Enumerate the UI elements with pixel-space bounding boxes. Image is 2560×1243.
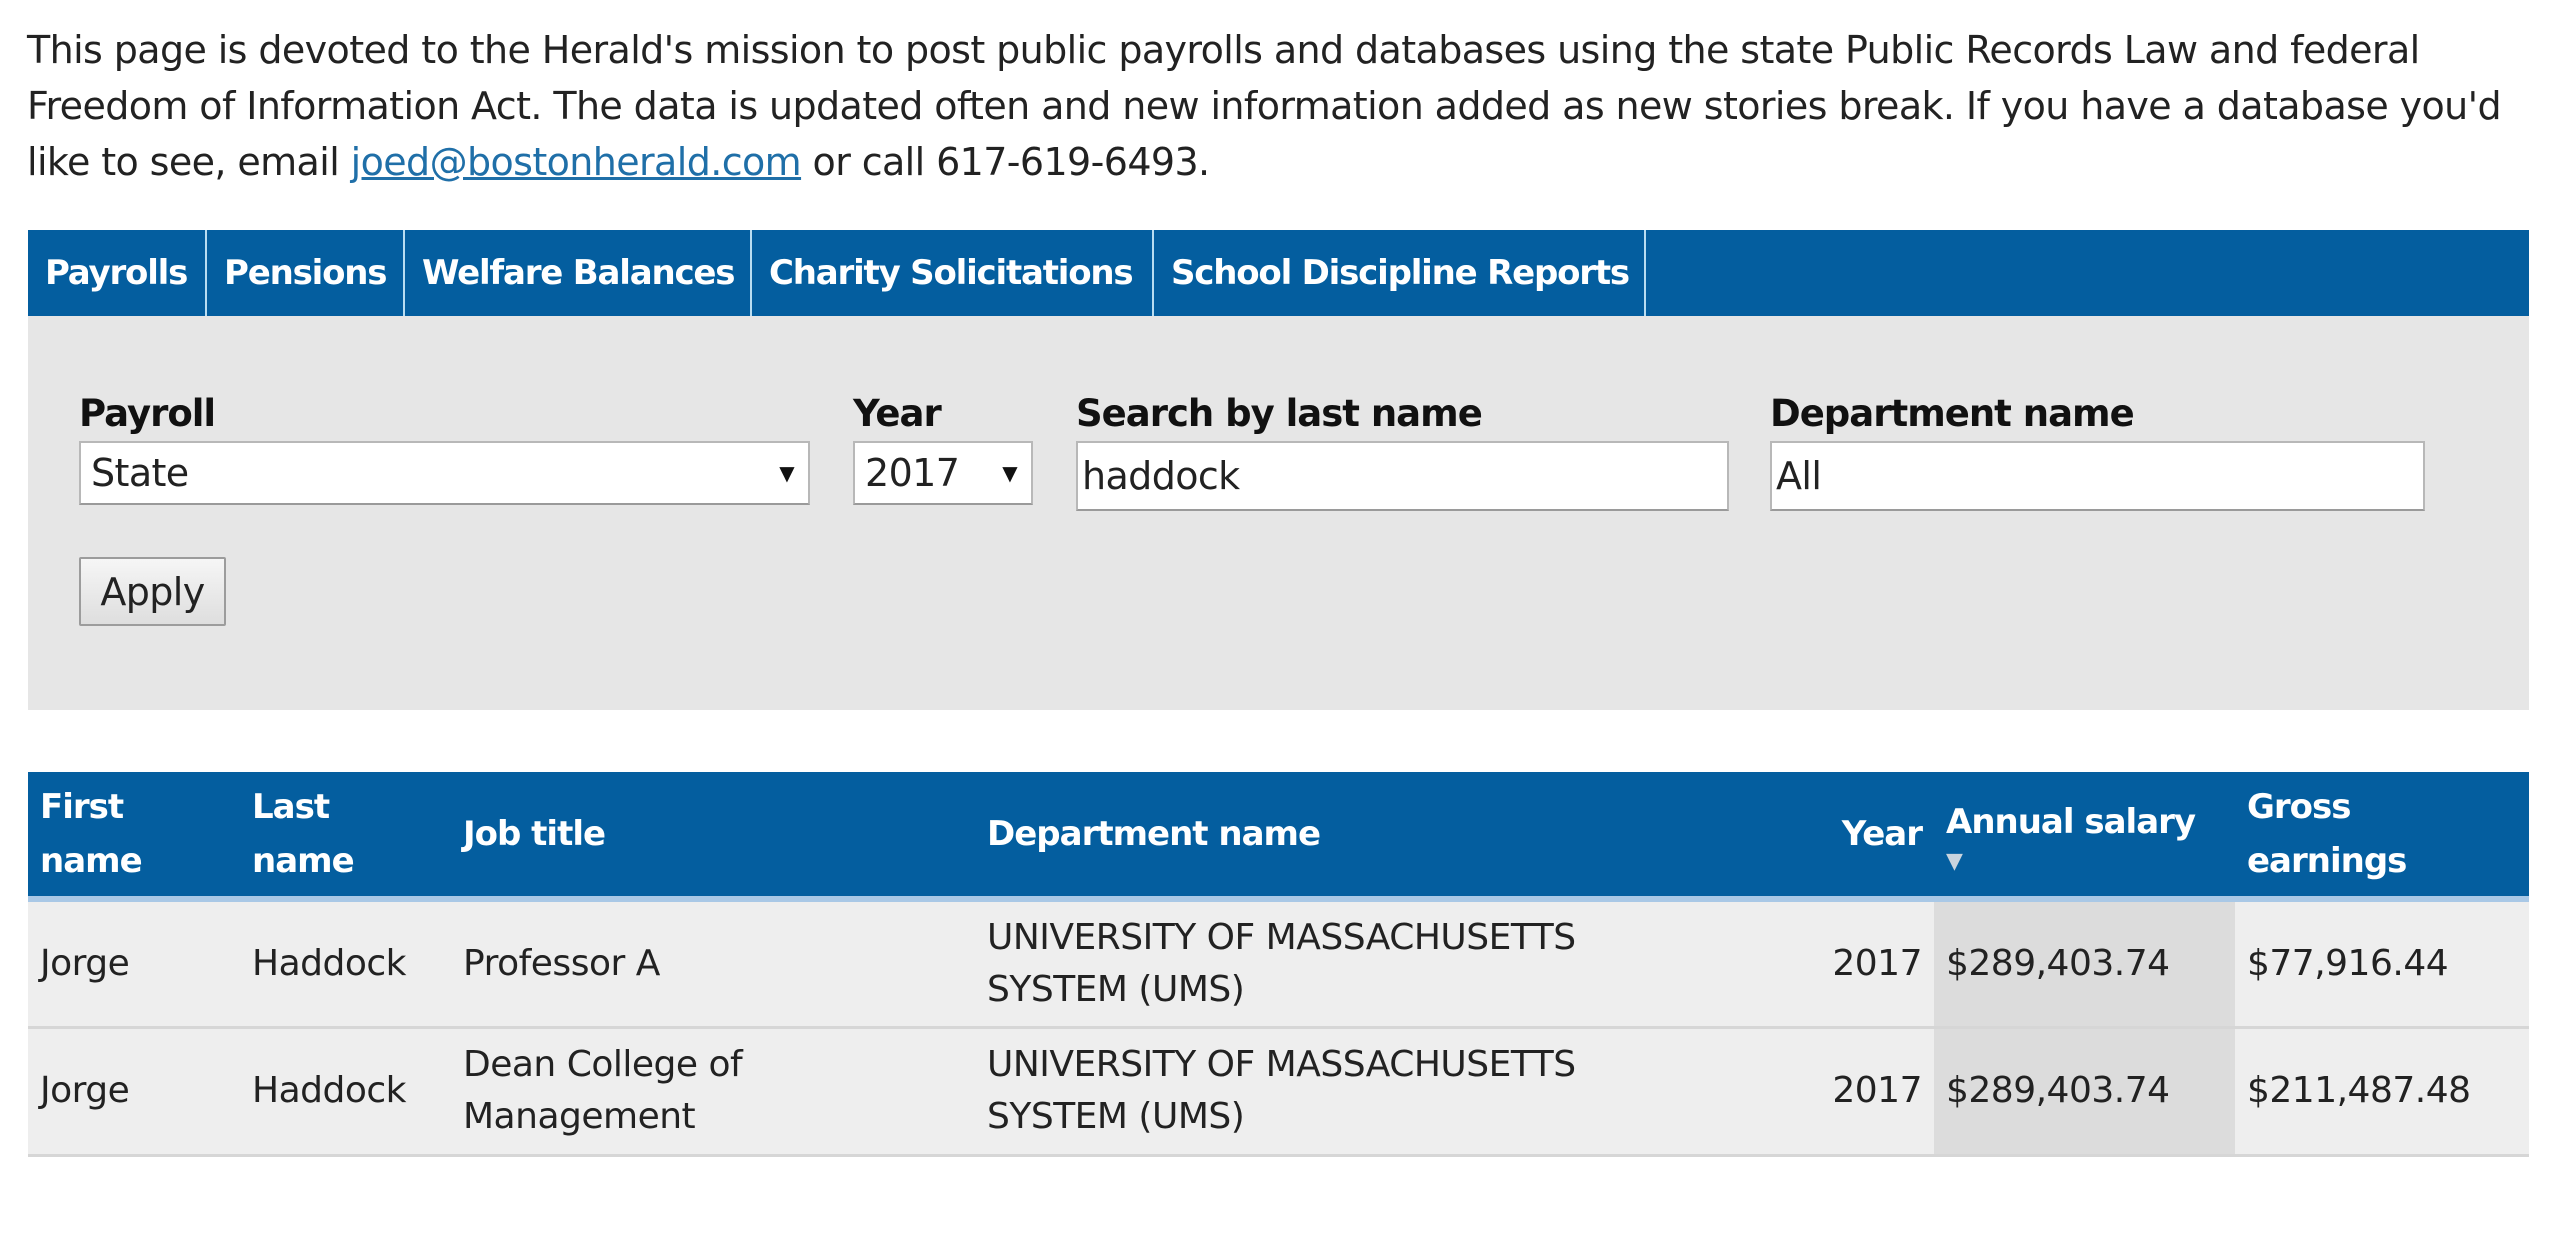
apply-button[interactable]: Apply [79,557,226,626]
cell-first-name: Jorge [28,1027,240,1157]
column-header-first-name[interactable]: First name [28,772,240,902]
email-link[interactable]: joed@bostonherald.com [351,140,802,184]
cell-job-title: Dean College of Management [451,1027,975,1157]
payroll-select-value: State [91,451,189,495]
cell-department: UNIVERSITY OF MASSACHUSETTS SYSTEM (UMS) [975,899,1815,1029]
table-row: Jorge Haddock Professor A UNIVERSITY OF … [28,899,2529,1029]
department-input[interactable]: All [1770,441,2425,511]
department-input-value: All [1776,454,1822,498]
column-header-job-title[interactable]: Job title [451,772,975,902]
sort-descending-icon: ▼ [1946,849,1963,874]
chevron-down-icon: ▼ [779,461,794,485]
cell-annual-salary: $289,403.74 [1934,1027,2235,1157]
department-label: Department name [1770,392,2135,435]
column-header-last-name[interactable]: Last name [240,772,451,902]
cell-year: 2017 [1815,1027,1934,1157]
column-header-department[interactable]: Department name [975,772,1815,902]
cell-gross-earnings: $77,916.44 [2235,899,2529,1029]
table-row: Jorge Haddock Dean College of Management… [28,1027,2529,1157]
tab-welfare-balances[interactable]: Welfare Balances [405,230,752,316]
payroll-select[interactable]: State ▼ [79,441,810,505]
column-header-gross-earnings[interactable]: Gross earnings [2235,772,2529,902]
year-label: Year [853,392,942,435]
last-name-label: Search by last name [1076,392,1483,435]
payroll-label: Payroll [79,392,216,435]
tab-charity-solicitations[interactable]: Charity Solicitations [752,230,1154,316]
cell-first-name: Jorge [28,899,240,1029]
results-table: First name Last name Job title Departmen… [28,772,2529,1157]
chevron-down-icon: ▼ [1002,461,1017,485]
last-name-input-value: haddock [1082,454,1240,498]
tab-pensions[interactable]: Pensions [207,230,405,316]
cell-last-name: Haddock [240,899,451,1029]
filter-panel: Payroll State ▼ Year 2017 ▼ Search by la… [28,316,2529,710]
tab-school-discipline-reports[interactable]: School Discipline Reports [1154,230,1646,316]
last-name-input[interactable]: haddock [1076,441,1729,511]
year-select-value: 2017 [865,451,960,495]
cell-job-title: Professor A [451,899,975,1029]
database-tabs: Payrolls Pensions Welfare Balances Chari… [28,230,2529,316]
cell-last-name: Haddock [240,1027,451,1157]
intro-paragraph: This page is devoted to the Herald's mis… [27,22,2527,190]
cell-department: UNIVERSITY OF MASSACHUSETTS SYSTEM (UMS) [975,1027,1815,1157]
cell-gross-earnings: $211,487.48 [2235,1027,2529,1157]
annual-salary-label: Annual salary [1946,802,2196,842]
year-select[interactable]: 2017 ▼ [853,441,1033,505]
intro-phone-text: or call 617-619-6493. [801,140,1211,184]
column-header-year[interactable]: Year [1815,772,1934,902]
cell-annual-salary: $289,403.74 [1934,899,2235,1029]
tab-payrolls[interactable]: Payrolls [28,230,207,316]
cell-year: 2017 [1815,899,1934,1029]
column-header-annual-salary[interactable]: Annual salary ▼ [1934,772,2235,902]
table-header-row: First name Last name Job title Departmen… [28,772,2529,902]
